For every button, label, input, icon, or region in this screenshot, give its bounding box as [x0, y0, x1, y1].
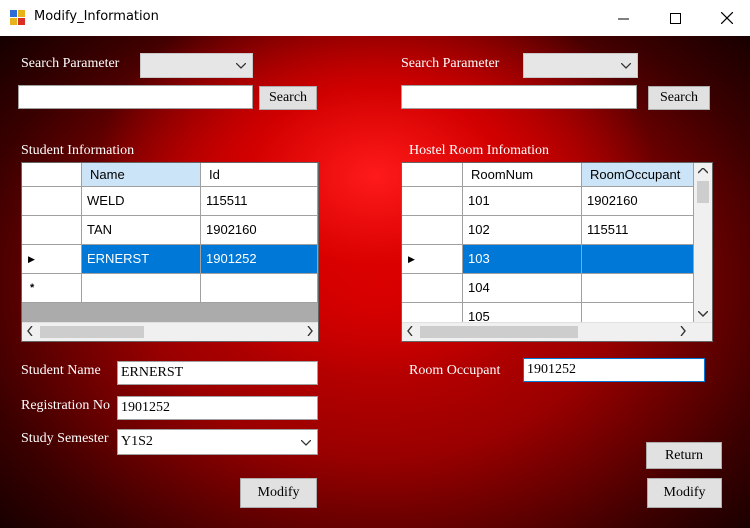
- cell-roomoccupant[interactable]: 115511: [582, 216, 694, 245]
- scroll-left-icon[interactable]: [407, 326, 413, 336]
- study-semester-label: Study Semester: [21, 431, 109, 446]
- cell-roomoccupant[interactable]: [582, 245, 694, 274]
- minimize-button[interactable]: [600, 0, 646, 36]
- row-header[interactable]: [402, 216, 463, 245]
- registration-no-label: Registration No: [21, 398, 111, 413]
- title-bar: Modify_Information: [0, 0, 750, 36]
- right-search-input[interactable]: [401, 85, 637, 109]
- row-header[interactable]: [402, 274, 463, 303]
- current-row-arrow-icon[interactable]: ▶: [22, 245, 82, 274]
- right-search-parameter-label: Search Parameter: [401, 56, 500, 71]
- room-occupant-field[interactable]: 1901252: [523, 358, 705, 382]
- chevron-down-icon: [236, 62, 246, 69]
- close-button[interactable]: [704, 0, 750, 36]
- cell-name[interactable]: [82, 274, 201, 303]
- chevron-down-icon: [621, 62, 631, 69]
- student-name-label: Student Name: [21, 363, 101, 378]
- row-header[interactable]: [22, 187, 82, 216]
- cell-id[interactable]: 115511: [201, 187, 318, 216]
- cell-roomnum[interactable]: 102: [463, 216, 582, 245]
- minimize-icon: [617, 18, 629, 19]
- column-header-name[interactable]: Name: [82, 163, 201, 187]
- vertical-scrollbar[interactable]: [694, 163, 712, 322]
- cell-roomnum[interactable]: 101: [463, 187, 582, 216]
- cell-roomoccupant[interactable]: [582, 274, 694, 303]
- study-semester-value: Y1S2: [121, 434, 153, 449]
- cell-roomnum[interactable]: 104: [463, 274, 582, 303]
- room-occupant-label: Room Occupant: [409, 363, 501, 378]
- cell-name[interactable]: WELD: [82, 187, 201, 216]
- scroll-left-icon[interactable]: [27, 326, 33, 336]
- scrollbar-thumb[interactable]: [697, 181, 709, 203]
- hostel-room-information-label: Hostel Room Infomation: [409, 143, 549, 158]
- scrollbar-thumb[interactable]: [420, 326, 578, 338]
- scrollbar-thumb[interactable]: [40, 326, 144, 338]
- scroll-right-icon[interactable]: [680, 326, 686, 336]
- horizontal-scrollbar[interactable]: [402, 322, 712, 341]
- cell-name[interactable]: ERNERST: [82, 245, 201, 274]
- window-title: Modify_Information: [34, 9, 159, 24]
- study-semester-combo[interactable]: Y1S2: [117, 429, 318, 455]
- cell-id[interactable]: 1901252: [201, 245, 318, 274]
- cell-id[interactable]: 1902160: [201, 216, 318, 245]
- scroll-right-icon[interactable]: [307, 326, 313, 336]
- registration-no-field[interactable]: 1901252: [117, 396, 318, 420]
- left-search-parameter-label: Search Parameter: [21, 56, 120, 71]
- column-header-roomoccupant[interactable]: RoomOccupant: [582, 163, 694, 187]
- student-name-field[interactable]: ERNERST: [117, 361, 318, 385]
- row-header[interactable]: [22, 216, 82, 245]
- left-search-parameter-combo[interactable]: [140, 53, 253, 78]
- grid-corner-header: [402, 163, 463, 187]
- hostel-room-grid[interactable]: RoomNum RoomOccupant 101 1902160 102 115…: [401, 162, 713, 342]
- scroll-up-icon[interactable]: [698, 168, 708, 174]
- student-information-grid[interactable]: Name Id WELD 115511 TAN 1902160 ▶ ERNERS…: [21, 162, 319, 342]
- column-header-id[interactable]: Id: [201, 163, 318, 187]
- grid-corner-header: [22, 163, 82, 187]
- row-header[interactable]: [402, 187, 463, 216]
- cell-roomoccupant[interactable]: 1902160: [582, 187, 694, 216]
- chevron-down-icon[interactable]: [301, 440, 311, 446]
- left-modify-button[interactable]: Modify: [240, 478, 317, 508]
- close-icon: [721, 12, 733, 24]
- maximize-button[interactable]: [652, 0, 698, 36]
- app-form-icon: [10, 10, 26, 26]
- new-row-asterisk-icon[interactable]: *: [22, 274, 82, 303]
- right-modify-button[interactable]: Modify: [647, 478, 722, 508]
- right-search-button[interactable]: Search: [648, 86, 710, 110]
- scroll-down-icon[interactable]: [698, 311, 708, 317]
- right-search-parameter-combo[interactable]: [523, 53, 638, 78]
- column-header-roomnum[interactable]: RoomNum: [463, 163, 582, 187]
- current-row-arrow-icon[interactable]: ▶: [402, 245, 463, 274]
- maximize-icon: [669, 12, 681, 24]
- return-button[interactable]: Return: [646, 442, 722, 469]
- cell-roomnum[interactable]: 103: [463, 245, 582, 274]
- cell-name[interactable]: TAN: [82, 216, 201, 245]
- left-search-button[interactable]: Search: [259, 86, 317, 110]
- horizontal-scrollbar[interactable]: [22, 322, 318, 341]
- cell-id[interactable]: [201, 274, 318, 303]
- student-information-label: Student Information: [21, 143, 135, 158]
- left-search-input[interactable]: [18, 85, 253, 109]
